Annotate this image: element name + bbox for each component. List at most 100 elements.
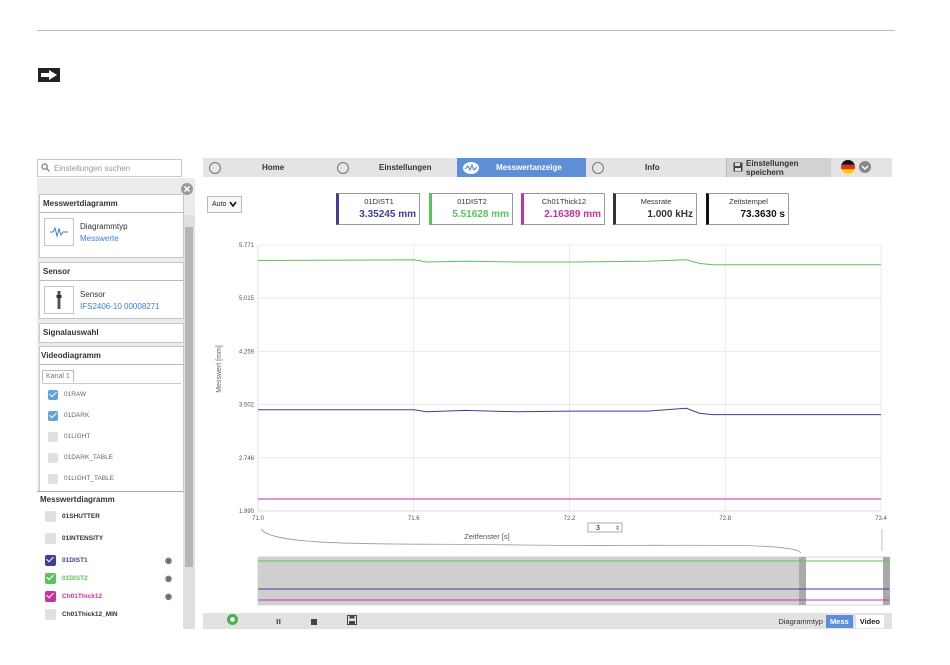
- sensor-row[interactable]: Sensor IFS2406-10 00008271: [40, 281, 183, 319]
- channel-label: 01DARK_TABLE: [64, 454, 114, 461]
- search-icon: [41, 162, 51, 174]
- checkbox[interactable]: [48, 452, 58, 463]
- home-icon: [209, 161, 221, 174]
- eye-icon[interactable]: ◉: [165, 556, 172, 565]
- pause-icon[interactable]: ıı: [276, 616, 281, 626]
- video-channel-item[interactable]: 01DARK_TABLE: [42, 447, 181, 468]
- sidebar: Messwertdiagramm Diagrammtyp Messwerte S…: [37, 178, 195, 629]
- value-channel-item[interactable]: 01DIST1 ◉: [37, 551, 183, 569]
- eye-icon[interactable]: ◉: [165, 592, 172, 601]
- chevron-down-icon[interactable]: [859, 160, 871, 175]
- x-tick-label: 73.4: [875, 516, 887, 522]
- overview-strip[interactable]: [257, 556, 890, 606]
- channel-label: 01DARK: [64, 412, 90, 419]
- diagram-type-label: Diagrammtyp: [80, 221, 128, 231]
- checkbox[interactable]: [48, 410, 58, 421]
- checkbox[interactable]: [45, 532, 56, 544]
- spinner-arrows-icon: ⇕: [615, 525, 620, 532]
- app-window: Einstellungen suchen Home Einstellungen …: [37, 157, 892, 629]
- top-divider: [37, 30, 895, 31]
- tab-settings-label: Einstellungen: [379, 163, 432, 172]
- panel-title: Sensor: [40, 263, 183, 281]
- channel-label: 01DIST1: [62, 556, 88, 564]
- panel-title: Messwertdiagramm: [40, 195, 183, 213]
- value-channel-item[interactable]: Ch01Thick12 ◉: [37, 587, 183, 605]
- window-value: 3: [596, 525, 600, 532]
- measurement-chart[interactable]: 1.990 2.746 3.502 4.259 5.015 5.771 71.0 71.6 7…: [203, 179, 892, 613]
- checkbox[interactable]: [48, 473, 58, 484]
- value-diagram-title: Messwertdiagramm: [40, 495, 115, 504]
- arrow-right-icon: [38, 68, 60, 82]
- panel-signal-selection[interactable]: Signalauswahl: [39, 323, 184, 343]
- video-channel-item[interactable]: 01LIGHT: [42, 426, 181, 447]
- x-tick-label: 71.6: [408, 516, 420, 522]
- tab-channel-1[interactable]: Kanal 1: [42, 370, 74, 382]
- y-tick-label: 4.259: [239, 349, 255, 355]
- x-tick-label: 71.0: [252, 516, 264, 522]
- save-settings-label: Einstellungen speichern: [746, 158, 799, 177]
- tab-measurement-display-label: Messwertanzeige: [496, 163, 562, 172]
- info-icon: [592, 161, 604, 174]
- mess-button[interactable]: Mess: [825, 615, 853, 628]
- y-axis-label: Messwert [mm]: [216, 345, 223, 393]
- checkbox[interactable]: [45, 554, 56, 566]
- value-channel-item[interactable]: Ch01Thick12_MIN: [37, 605, 183, 623]
- checkbox[interactable]: [48, 389, 58, 400]
- video-button[interactable]: Video: [855, 615, 884, 628]
- video-channel-item[interactable]: 01LIGHT_TABLE: [42, 468, 181, 489]
- stop-icon[interactable]: [311, 612, 318, 630]
- settings-icon: [337, 161, 349, 174]
- sidebar-scrollbar[interactable]: [183, 215, 195, 629]
- window-spinner[interactable]: 3 ⇕: [587, 522, 623, 533]
- panel-video-diagram: Videodiagramm Kanal 1 01RAW 01DARK 01LIG…: [39, 346, 184, 493]
- tab-info[interactable]: Info: [586, 158, 726, 177]
- channel-label: 01SHUTTER: [62, 512, 100, 520]
- checkbox[interactable]: [45, 590, 56, 602]
- y-tick-label: 2.746: [239, 456, 255, 462]
- eye-icon[interactable]: ◉: [165, 574, 172, 583]
- diagram-type-value[interactable]: Messwerte: [80, 234, 128, 243]
- value-channel-item[interactable]: 01INTENSITY: [37, 529, 183, 547]
- panel-sensor: Sensor Sensor IFS2406-10 00008271: [39, 262, 184, 319]
- channel-label: Ch01Thick12_MIN: [62, 610, 118, 618]
- channel-label: 01LIGHT_TABLE: [64, 475, 115, 482]
- search-box[interactable]: Einstellungen suchen: [37, 159, 182, 177]
- y-tick-label: 3.502: [239, 403, 255, 409]
- y-tick-label: 5.015: [239, 296, 255, 302]
- german-flag-icon: [841, 159, 855, 176]
- save-settings-button[interactable]: Einstellungen speichern: [726, 158, 831, 177]
- play-icon[interactable]: [227, 612, 238, 630]
- tab-info-label: Info: [645, 163, 660, 172]
- video-diagram-title: Videodiagramm: [40, 347, 183, 365]
- x-tick-label: 72.2: [564, 516, 576, 522]
- save-icon[interactable]: [347, 612, 358, 630]
- value-channel-item[interactable]: 01SHUTTER: [37, 507, 183, 525]
- channel-label: Ch01Thick12: [62, 592, 103, 600]
- channel-label: 01RAW: [64, 391, 87, 398]
- tab-measurement-display[interactable]: Messwertanzeige: [457, 158, 586, 177]
- tab-settings[interactable]: Einstellungen: [331, 158, 457, 177]
- tab-home-label: Home: [262, 163, 285, 172]
- main-panel: Auto 01DIST1 3.35245 mm 01DIST2 5.51628 …: [203, 179, 892, 629]
- waveform-icon: [44, 218, 74, 246]
- floppy-icon: [733, 162, 743, 174]
- search-input[interactable]: Einstellungen suchen: [54, 164, 130, 173]
- checkbox[interactable]: [45, 572, 56, 584]
- playback-toolbar: ıı Diagrammtyp Mess Video: [203, 613, 892, 629]
- checkbox[interactable]: [45, 608, 56, 620]
- channel-label: 01LIGHT: [64, 433, 91, 440]
- diagram-type-text: Diagrammtyp: [778, 617, 823, 626]
- channel-label: 01DIST2: [62, 574, 88, 582]
- video-channel-item[interactable]: 01DARK: [42, 405, 181, 426]
- top-nav: Home Einstellungen Messwertanzeige Info …: [203, 158, 892, 177]
- diagram-type-switch: Diagrammtyp Mess Video: [778, 615, 884, 628]
- sensor-value[interactable]: IFS2406-10 00008271: [80, 302, 160, 311]
- video-channel-item[interactable]: 01RAW: [42, 384, 181, 405]
- value-channel-item[interactable]: 01DIST2 ◉: [37, 569, 183, 587]
- diagram-type-row[interactable]: Diagrammtyp Messwerte: [40, 213, 183, 251]
- checkbox[interactable]: [45, 510, 56, 522]
- x-axis-label: Zeitfenster [s]: [464, 532, 509, 541]
- checkbox[interactable]: [48, 431, 58, 442]
- tab-home[interactable]: Home: [203, 158, 331, 177]
- language-selector[interactable]: [841, 158, 871, 177]
